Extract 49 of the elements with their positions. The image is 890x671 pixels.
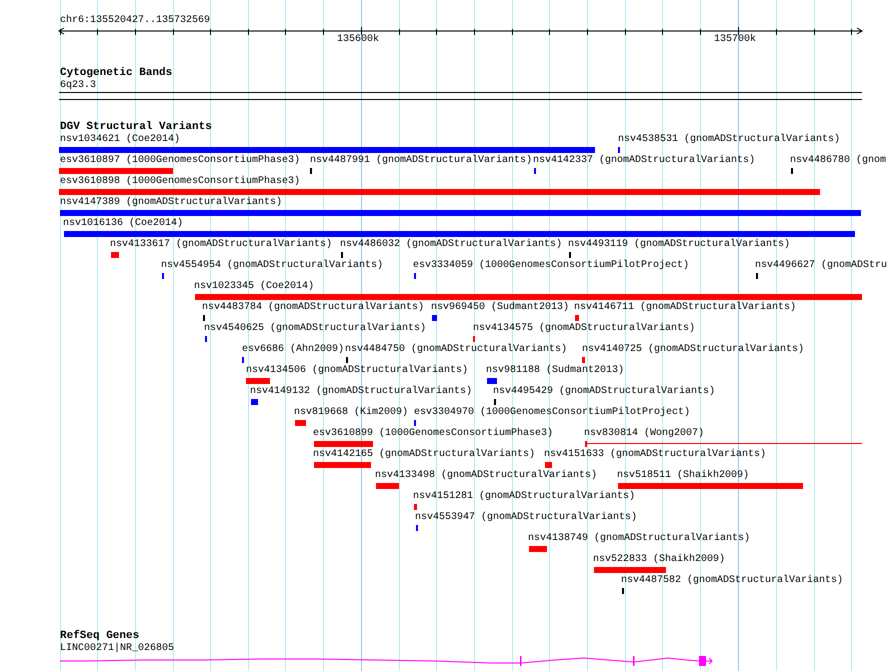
- variant-label: nsv1023345 (Coe2014): [194, 281, 314, 293]
- track-title: Cytogenetic Bands: [60, 67, 172, 80]
- variant-label: nsv4487991 (gnomADStructuralVariants): [310, 155, 532, 167]
- ruler-tick-label: 135700k: [714, 34, 756, 46]
- variant-label: nsv522833 (Shaikh2009): [593, 554, 726, 566]
- variant-label: nsv4540625 (gnomADStructuralVariants): [204, 323, 426, 335]
- variant-label: nsv4147389 (gnomADStructuralVariants): [60, 197, 282, 209]
- variant-label: nsv4484750 (gnomADStructuralVariants): [345, 344, 568, 356]
- variant-label: nsv518511 (Shaikh2009): [617, 470, 750, 482]
- variant-label: nsv4142337 (gnomADStructuralVariants): [533, 155, 756, 167]
- track-title: DGV Structural Variants: [60, 121, 212, 134]
- variant-label: nsv4495429 (gnomADStructuralVariants): [493, 386, 716, 398]
- variant-label: nsv4487582 (gnomADStructuralVariants): [621, 575, 844, 587]
- variant-label: nsv4151633 (gnomADStructuralVariants): [544, 449, 766, 461]
- variant-label: nsv4149132 (gnomADStructuralVariants): [250, 386, 472, 398]
- variant-label: nsv4554954 (gnomADStructuralVariants): [161, 260, 384, 272]
- variant-label: nsv819668 (Kim2009): [294, 407, 408, 419]
- variant-label: nsv4493119 (gnomADStructuralVariants): [568, 239, 790, 251]
- location-label: chr6:135520427..135732569: [60, 15, 210, 27]
- variant-label: nsv4486032 (gnomADStructuralVariants): [340, 239, 562, 251]
- variant-label: nsv4146711 (gnomADStructuralVariants): [574, 302, 796, 314]
- variant-label: nsv4134575 (gnomADStructuralVariants): [473, 323, 696, 335]
- variant-label: nsv981188 (Sudmant2013): [486, 365, 624, 377]
- variant-label: esv3334059 (1000GenomesConsortiumPilotProject): [413, 260, 690, 272]
- variant-label: nsv1034621 (Coe2014): [60, 134, 180, 146]
- variant-label: nsv4151281 (gnomADStructuralVariants): [413, 491, 636, 503]
- variant-label: nsv4134506 (gnomADStructuralVariants): [246, 365, 468, 377]
- variant-label: nsv1016136 (Coe2014): [63, 218, 184, 230]
- variant-label: nsv4553947 (gnomADStructuralVariants): [415, 512, 638, 524]
- variant-label: nsv4496627 (gnomADStru: [755, 260, 888, 272]
- variant-label: nsv4483784 (gnomADStructuralVariants): [202, 302, 424, 314]
- variant-label: nsv4142165 (gnomADStructuralVariants): [313, 449, 536, 461]
- variant-label: nsv4133498 (gnomADStructuralVariants): [375, 470, 598, 482]
- variant-label: nsv969450 (Sudmant2013): [431, 302, 570, 314]
- variant-label: nsv4138749 (gnomADStructuralVariants): [528, 533, 750, 545]
- variant-label: esv3610897 (1000GenomesConsortiumPhase3): [60, 155, 300, 167]
- variant-label: nsv4538531 (gnomADStructuralVariants): [618, 134, 840, 146]
- variant-label: esv3304970 (1000GenomesConsortiumPilotProject): [414, 407, 690, 419]
- variant-label: nsv4133617 (gnomADStructuralVariants): [110, 239, 332, 251]
- variant-label: esv6686 (Ahn2009): [242, 344, 344, 356]
- track-title: RefSeq Genes: [60, 630, 140, 642]
- gene-label: LINC00271|NR_026805: [60, 643, 174, 655]
- variant-label: nsv830814 (Wong2007): [584, 428, 704, 440]
- variant-label: nsv4140725 (gnomADStructuralVariants): [582, 344, 804, 356]
- variant-label: esv3610899 (1000GenomesConsortiumPhase3): [313, 428, 554, 440]
- band-label: 6q23.3: [60, 80, 96, 92]
- variant-label: esv3610898 (1000GenomesConsortiumPhase3): [60, 176, 300, 188]
- ruler-tick-label: 135600k: [337, 34, 380, 46]
- variant-label: nsv4486780 (gnom: [790, 155, 886, 167]
